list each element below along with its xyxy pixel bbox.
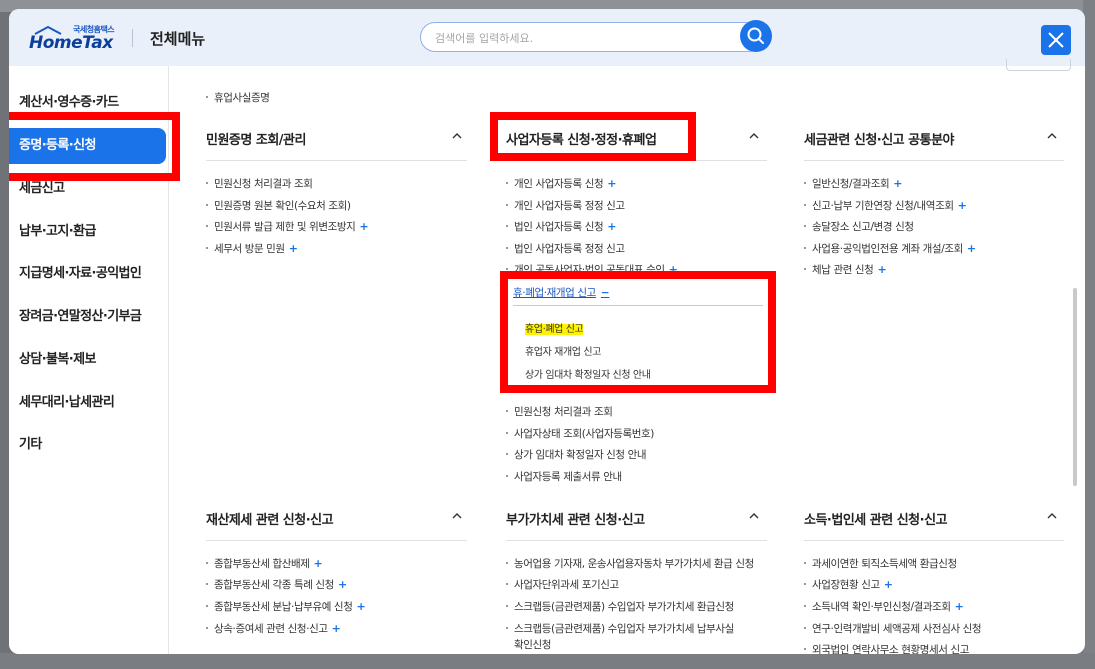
plus-icon[interactable]: + <box>607 177 616 190</box>
list-item[interactable]: 신고·납부 기한연장 신청/내역조회 + <box>804 198 967 213</box>
plus-icon[interactable]: + <box>877 263 886 276</box>
plus-icon[interactable]: + <box>607 220 616 233</box>
category-title[interactable]: 부가가치세 관련 신청·신고 <box>506 509 645 528</box>
plus-icon[interactable]: + <box>338 578 347 591</box>
chevron-up-icon[interactable] <box>748 512 760 520</box>
list-item[interactable]: 법인 사업자등록 신청 + <box>506 219 616 234</box>
category-title[interactable]: 세금관련 신청·신고 공통분야 <box>804 129 955 148</box>
plus-icon[interactable]: + <box>967 242 976 255</box>
list-item[interactable]: 개인 사업자등록 신청 + <box>506 176 616 191</box>
list-item[interactable]: 사업장현황 신고 + <box>804 577 893 592</box>
annotation-box-submenu <box>500 271 776 393</box>
hometax-logo[interactable]: 국세청홈택스 HomeTax <box>29 24 119 53</box>
list-item[interactable]: 민원신청 처리결과 조회 <box>506 404 613 419</box>
list-item[interactable]: 세무서 방문 민원 + <box>206 241 298 256</box>
list-item[interactable]: 외국법인 연락사무소 현황명세서 신고 <box>804 642 969 654</box>
divider <box>804 540 1064 541</box>
close-icon <box>1048 32 1064 48</box>
list-item[interactable]: 법인 사업자등록 정정 신고 <box>506 241 625 256</box>
list-item[interactable]: 사업자단위과세 포기신고 <box>506 577 619 592</box>
list-item[interactable]: 개인 사업자등록 정정 신고 <box>506 198 625 213</box>
list-item[interactable]: 상속·증여세 관련 신청·신고 + <box>206 621 341 636</box>
list-item[interactable]: 민원증명 원본 확인(수요처 조회) <box>206 198 351 213</box>
close-button[interactable] <box>1041 25 1071 55</box>
list-item[interactable]: 스크랩등(금관련제품) 수입업자 부가가치세 납부사실 <box>506 621 734 636</box>
plus-icon[interactable]: + <box>356 600 365 613</box>
sidebar-item-agent[interactable]: 세무대리·납세관리 <box>9 385 166 421</box>
chevron-up-icon[interactable] <box>451 512 463 520</box>
list-item[interactable]: 종합부동산세 각종 특례 신청 + <box>206 577 347 592</box>
search-icon <box>747 27 764 44</box>
list-item[interactable]: 일반신청/결과조회 + <box>804 176 902 191</box>
full-menu-modal: 국세청홈택스 HomeTax 전체메뉴 계산서·영수증·카드 증명·등록·신청 … <box>9 9 1085 654</box>
category-title[interactable]: 소득·법인세 관련 신청·신고 <box>804 509 948 528</box>
plus-icon[interactable]: + <box>359 220 368 233</box>
list-item[interactable]: 농어업용 기자재, 운송사업용자동차 부가가치세 환급 신청 <box>506 556 754 571</box>
list-item-continuation[interactable]: 확인신청 <box>514 637 551 652</box>
background-page-bottom <box>0 653 1095 669</box>
chevron-up-icon[interactable] <box>1046 512 1058 520</box>
page-title: 전체메뉴 <box>150 30 206 48</box>
divider <box>804 160 1064 161</box>
search-button[interactable] <box>740 20 772 52</box>
divider <box>206 540 467 541</box>
sidebar-item-incentives[interactable]: 장려금·연말정산·기부금 <box>9 299 166 335</box>
plus-icon[interactable]: + <box>884 578 893 591</box>
list-item[interactable]: 소득내역 확인·부인신청/결과조회 + <box>804 599 964 614</box>
list-item[interactable]: 사업용·공익법인전용 계좌 개설/조회 + <box>804 241 976 256</box>
header-divider <box>132 29 133 47</box>
list-item[interactable]: 체납 관련 신청 + <box>804 262 887 277</box>
list-item[interactable]: 과세이연한 퇴직소득세액 환급신청 <box>804 556 957 571</box>
list-item[interactable]: 사업자상태 조회(사업자등록번호) <box>506 426 654 441</box>
plus-icon[interactable]: + <box>893 177 902 190</box>
list-item[interactable]: 사업자등록 제출서류 안내 <box>506 469 622 484</box>
category-title[interactable]: 재산제세 관련 신청·신고 <box>206 509 334 528</box>
divider <box>506 540 767 541</box>
sidebar-item-statements[interactable]: 지급명세·자료·공익법인 <box>9 256 166 292</box>
scrollbar-thumb[interactable] <box>1073 288 1077 486</box>
sidebar-item-consult[interactable]: 상담·불복·제보 <box>9 342 166 378</box>
list-item[interactable]: 민원서류 발급 제한 및 위변조방지 + <box>206 219 369 234</box>
plus-icon[interactable]: + <box>958 199 967 212</box>
annotation-box-category <box>490 112 696 161</box>
plus-icon[interactable]: + <box>289 242 298 255</box>
list-item[interactable]: 종합부동산세 합산배제 + <box>206 556 323 571</box>
divider <box>206 160 467 161</box>
logo-text: HomeTax <box>29 33 113 53</box>
category-title[interactable]: 민원증명 조회/관리 <box>206 129 306 148</box>
list-item[interactable]: 휴업사실증명 <box>206 90 270 105</box>
plus-icon[interactable]: + <box>314 557 323 570</box>
plus-icon[interactable]: + <box>332 622 341 635</box>
list-item[interactable]: 종합부동산세 분납·납부유예 신청 + <box>206 599 366 614</box>
sidebar-item-etc[interactable]: 기타 <box>9 427 166 463</box>
sidebar-item-payment[interactable]: 납부·고지·환급 <box>9 214 166 250</box>
list-item[interactable]: 송달장소 신고/변경 신청 <box>804 219 914 234</box>
partial-button-edge <box>1006 59 1071 71</box>
chevron-up-icon[interactable] <box>451 132 463 140</box>
chevron-up-icon[interactable] <box>748 132 760 140</box>
list-item[interactable]: 민원신청 처리결과 조회 <box>206 176 313 191</box>
list-item[interactable]: 연구·인력개발비 세액공제 사전심사 신청 <box>804 621 982 636</box>
annotation-box-sidebar <box>9 112 180 181</box>
modal-header: 국세청홈택스 HomeTax 전체메뉴 <box>9 9 1085 66</box>
search-input[interactable] <box>435 29 725 47</box>
plus-icon[interactable]: + <box>955 600 964 613</box>
list-item[interactable]: 스크랩등(금관련제품) 수입업자 부가가치세 환급신청 <box>506 599 734 614</box>
list-item[interactable]: 상가 임대차 확정일자 신청 안내 <box>506 447 647 462</box>
chevron-up-icon[interactable] <box>1046 132 1058 140</box>
search-box <box>420 22 765 52</box>
